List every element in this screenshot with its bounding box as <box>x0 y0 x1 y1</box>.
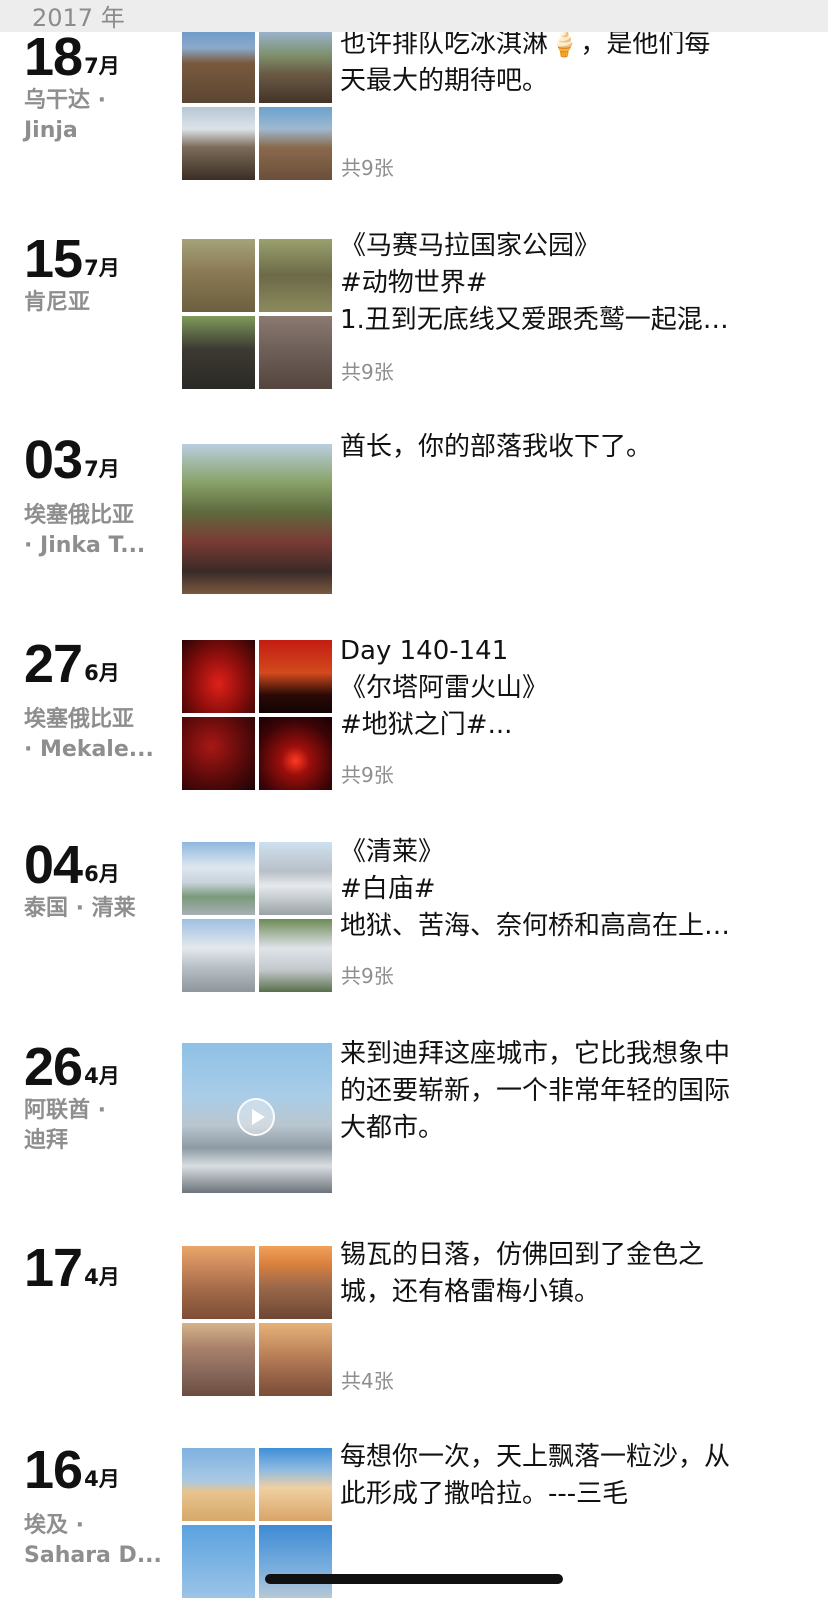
photo-thumbnail[interactable] <box>259 842 332 915</box>
entry-text: 来到迪拜这座城市，它比我想象中 的还要崭新，一个非常年轻的国际 大都市。 <box>340 1039 731 1143</box>
year-label: 2017 年 <box>32 4 125 32</box>
photo-thumbnail[interactable] <box>182 842 255 915</box>
entry-day: 03 <box>24 430 83 490</box>
entry-day: 27 <box>24 634 83 694</box>
entry-text: 也许排队吃冰淇淋🍦，是他们每 天最大的期待吧。 <box>340 29 711 96</box>
photo-count: 共4张 <box>341 1369 394 1393</box>
photo-thumbnail[interactable] <box>182 444 332 594</box>
entry-text: Day 140-141 《尔塔阿雷火山》 #地狱之门#... <box>340 636 549 740</box>
photo-grid[interactable] <box>182 30 332 180</box>
entry-date: 164月 埃及 · Sahara D... <box>24 1443 174 1571</box>
photo-thumbnail[interactable] <box>259 717 332 790</box>
photo-grid[interactable] <box>182 444 332 594</box>
entry-location: 埃塞俄比亚 · Jinka T... <box>24 503 146 558</box>
home-indicator[interactable] <box>265 1574 563 1584</box>
photo-thumbnail[interactable] <box>182 30 255 103</box>
entry-date: 157月 肯尼亚 <box>24 232 174 318</box>
photo-count: 共9张 <box>341 763 394 787</box>
entry-location: 埃塞俄比亚 · Mekale... <box>24 707 154 762</box>
photo-thumbnail[interactable] <box>182 1246 255 1319</box>
entry-date: 037月 埃塞俄比亚 · Jinka T... <box>24 433 174 561</box>
entry-text: 锡瓦的日落，仿佛回到了金色之 城，还有格雷梅小镇。 <box>340 1240 705 1307</box>
photo-thumbnail[interactable] <box>259 239 332 312</box>
photo-thumbnail[interactable] <box>182 1448 255 1521</box>
photo-thumbnail[interactable] <box>182 316 255 389</box>
entry-date: 276月 埃塞俄比亚 · Mekale... <box>24 637 174 765</box>
entry-location: 埃及 · Sahara D... <box>24 1513 162 1568</box>
entry-day: 04 <box>24 835 83 895</box>
photo-grid[interactable] <box>182 239 332 389</box>
entry-text: 酋长，你的部落我收下了。 <box>340 432 653 462</box>
entry-month: 4月 <box>84 1064 120 1088</box>
photo-thumbnail[interactable] <box>182 1323 255 1396</box>
entry-text: 每想你一次，天上飘落一粒沙，从 此形成了撒哈拉。---三毛 <box>340 1442 731 1509</box>
entry-month: 6月 <box>84 862 120 886</box>
photo-grid[interactable] <box>182 842 332 992</box>
entry-month: 4月 <box>84 1265 120 1289</box>
year-header: 2017 年 <box>0 0 828 32</box>
entry-location: 阿联酋 · 迪拜 <box>24 1098 107 1153</box>
play-icon[interactable] <box>237 1098 275 1136</box>
photo-thumbnail[interactable] <box>259 316 332 389</box>
photo-thumbnail[interactable] <box>259 1323 332 1396</box>
photo-thumbnail[interactable] <box>259 640 332 713</box>
entry-location: 乌干达 · Jinja <box>24 88 107 143</box>
entry-day: 17 <box>24 1238 83 1298</box>
photo-thumbnail[interactable] <box>182 717 255 790</box>
entry-month: 7月 <box>84 457 120 481</box>
photo-thumbnail[interactable] <box>182 1525 255 1598</box>
photo-thumbnail[interactable] <box>259 1246 332 1319</box>
entry-month: 4月 <box>84 1467 120 1491</box>
entry-month: 6月 <box>84 661 120 685</box>
photo-thumbnail[interactable] <box>182 107 255 180</box>
video-thumbnail[interactable] <box>182 1043 332 1193</box>
photo-grid[interactable] <box>182 640 332 790</box>
photo-thumbnail[interactable] <box>259 919 332 992</box>
photo-count: 共9张 <box>341 964 394 988</box>
photo-thumbnail[interactable] <box>182 239 255 312</box>
photo-count: 共9张 <box>341 156 394 180</box>
entry-date: 187月 乌干达 · Jinja <box>24 30 174 146</box>
photo-thumbnail[interactable] <box>182 640 255 713</box>
entry-text: 《马赛马拉国家公园》 #动物世界# 1.丑到无底线又爱跟秃鹫一起混… <box>340 231 729 335</box>
entry-date: 046月 泰国 · 清莱 <box>24 838 174 924</box>
entry-month: 7月 <box>84 54 120 78</box>
photo-thumbnail[interactable] <box>259 1525 332 1598</box>
entry-text: 《清莱》 #白庙# 地狱、苦海、奈何桥和高高在上… <box>340 837 731 941</box>
entry-location: 肯尼亚 <box>24 290 91 315</box>
entry-date: 264月 阿联酋 · 迪拜 <box>24 1040 174 1156</box>
photo-thumbnail[interactable] <box>259 107 332 180</box>
entry-day: 18 <box>24 27 83 87</box>
entry-date: 174月 <box>24 1241 174 1295</box>
photo-grid[interactable] <box>182 1246 332 1396</box>
photo-thumbnail[interactable] <box>259 30 332 103</box>
entry-day: 16 <box>24 1440 83 1500</box>
entry-month: 7月 <box>84 256 120 280</box>
entry-day: 15 <box>24 229 83 289</box>
photo-thumbnail[interactable] <box>259 1448 332 1521</box>
entry-location: 泰国 · 清莱 <box>24 896 136 921</box>
photo-count: 共9张 <box>341 360 394 384</box>
photo-thumbnail[interactable] <box>182 919 255 992</box>
entry-day: 26 <box>24 1037 83 1097</box>
